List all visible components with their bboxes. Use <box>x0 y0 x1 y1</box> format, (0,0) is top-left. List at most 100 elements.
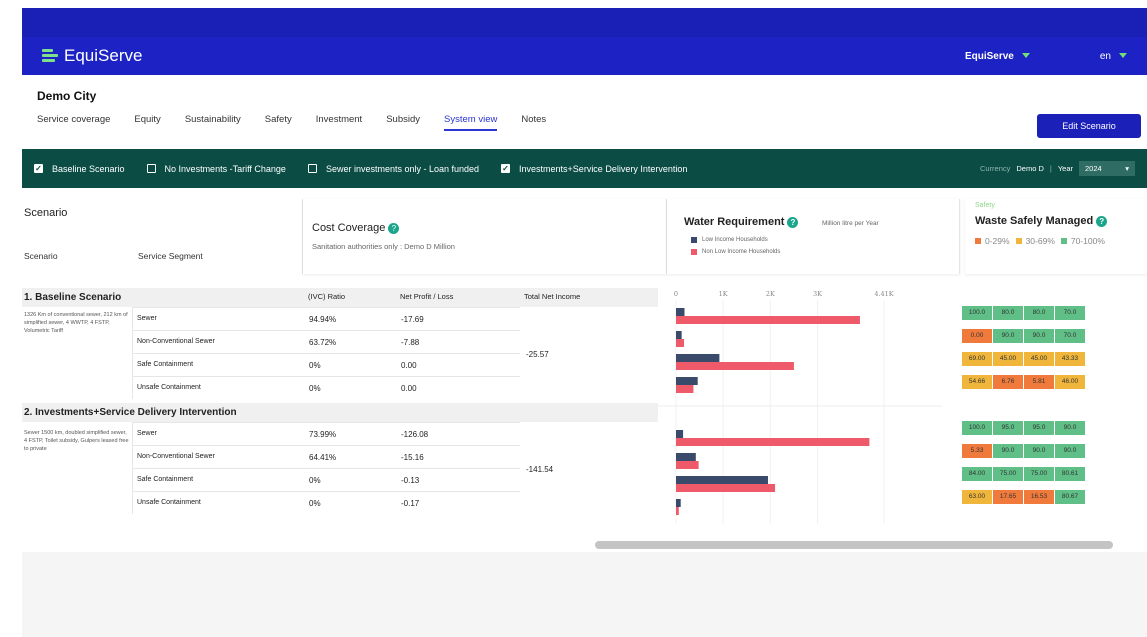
bar[interactable] <box>676 354 720 362</box>
scenario-option-baseline[interactable]: ✓ Baseline Scenario <box>34 164 125 174</box>
waste-cell: 100.0 <box>962 421 992 435</box>
x-tick-label: 1K <box>719 290 728 298</box>
help-icon[interactable]: ? <box>787 216 799 228</box>
waste-cell: 5.81 <box>1024 375 1054 389</box>
left-margin <box>0 0 22 637</box>
table-row[interactable]: Non-Conventional Sewer 64.41% -15.16 <box>132 445 520 468</box>
divider: | <box>1049 164 1052 173</box>
bar[interactable] <box>676 362 794 370</box>
year-label: Year <box>1057 164 1073 173</box>
waste-cell: 90.0 <box>993 329 1023 343</box>
scenario-option-sewer-only[interactable]: Sewer investments only - Loan funded <box>307 163 480 174</box>
x-tick-label: 0 <box>674 290 678 298</box>
table-row[interactable]: Unsafe Containment 0% 0.00 <box>132 376 520 399</box>
waste-cell: 80.0 <box>993 306 1023 320</box>
x-tick-label: 4.41K <box>874 290 893 298</box>
legend-label: 0-29% <box>985 236 1010 246</box>
ratio-cell: 0% <box>309 361 321 370</box>
table-row[interactable]: Safe Containment 0% 0.00 <box>132 353 520 376</box>
waste-cell: 43.33 <box>1055 352 1085 366</box>
scenario-option-investments-service[interactable]: ✓ Investments+Service Delivery Intervent… <box>501 164 687 174</box>
scenario-description: 1326 Km of conventional sewer, 212 km of… <box>24 312 128 334</box>
legend-label: Low Income Households <box>702 237 768 243</box>
bar[interactable] <box>676 377 698 385</box>
cost-coverage-title-text: Cost Coverage <box>312 222 386 234</box>
bar[interactable] <box>676 430 684 438</box>
tab-safety[interactable]: Safety <box>265 114 292 131</box>
org-select[interactable]: EquiServe <box>965 51 1030 62</box>
scenario-table: 1. Baseline Scenario (IVC) Ratio Net Pro… <box>22 284 658 538</box>
horizontal-scrollbar-thumb[interactable] <box>595 541 1113 549</box>
bar[interactable] <box>676 316 860 324</box>
tab-equity[interactable]: Equity <box>134 114 160 131</box>
net-profit-cell: -0.17 <box>401 499 420 508</box>
bar[interactable] <box>676 507 679 515</box>
bar[interactable] <box>676 385 694 393</box>
waste-cell: 6.76 <box>993 375 1023 389</box>
segment-cell: Unsafe Containment <box>137 384 201 391</box>
waste-cell: 90.0 <box>1024 329 1054 343</box>
checkbox-unchecked-icon[interactable] <box>307 164 317 173</box>
waste-cell: 0.00 <box>962 329 992 343</box>
bar[interactable] <box>676 476 768 484</box>
legend-non-low-income: Non Low Income Households <box>691 249 780 255</box>
bar[interactable] <box>676 438 870 446</box>
table-row[interactable]: Sewer 73.99% -126.08 <box>132 422 520 445</box>
bar[interactable] <box>676 484 776 492</box>
tab-notes[interactable]: Notes <box>521 114 546 131</box>
legend-label: 30-69% <box>1025 236 1055 246</box>
legend-swatch <box>691 237 697 243</box>
year-value: 2024 <box>1085 164 1102 173</box>
page-title: Demo City <box>37 89 97 103</box>
currency-value[interactable]: Demo D <box>1016 164 1044 173</box>
checkbox-checked-icon[interactable]: ✓ <box>34 164 43 173</box>
section-header: 2. Investments+Service Delivery Interven… <box>22 403 658 422</box>
net-profit-cell: 0.00 <box>401 384 417 393</box>
waste-cell: 46.00 <box>1055 375 1085 389</box>
app-logo[interactable]: EquiServe <box>42 46 142 66</box>
legend-low-income: Low Income Households <box>691 237 768 243</box>
table-row[interactable]: Safe Containment 0% -0.13 <box>132 468 520 491</box>
year-select[interactable]: 2024 ▾ <box>1079 161 1135 176</box>
bar[interactable] <box>676 461 699 469</box>
edit-scenario-button[interactable]: Edit Scenario <box>1037 114 1141 138</box>
help-icon[interactable]: ? <box>1096 215 1108 227</box>
bar[interactable] <box>676 331 682 339</box>
waste-panel-header: Safety Waste Safely Managed? 0-29% 30-69… <box>965 199 1147 274</box>
tab-investment[interactable]: Investment <box>316 114 362 131</box>
org-select-label: EquiServe <box>964 50 1014 62</box>
checkbox-unchecked-icon[interactable] <box>146 164 156 173</box>
waste-category-label: Safety <box>975 202 995 209</box>
scenario-description: Sewer 1500 km, doubled simplified sewer,… <box>24 430 129 452</box>
table-row[interactable]: Sewer 94.94% -17.69 <box>132 307 520 330</box>
table-row[interactable]: Unsafe Containment 0% -0.17 <box>132 491 520 514</box>
app-bar: EquiServe EquiServe en <box>22 37 1147 75</box>
tab-system-view[interactable]: System view <box>444 114 498 131</box>
language-select[interactable]: en <box>1100 51 1127 62</box>
bar-chart-svg: 0 1K 2K 3K 4.41K <box>658 290 942 524</box>
help-icon[interactable]: ? <box>388 222 400 234</box>
scenario-option-label: Investments+Service Delivery Interventio… <box>519 163 688 174</box>
empty-area <box>22 552 1147 637</box>
section-title: 1. Baseline Scenario <box>24 292 122 303</box>
bar[interactable] <box>676 453 696 461</box>
waste-cell: 45.00 <box>1024 352 1054 366</box>
x-tick-label: 2K <box>766 290 775 298</box>
scenario-option-label: Sewer investments only - Loan funded <box>325 163 480 174</box>
segment-cell: Sewer <box>137 315 157 322</box>
bar[interactable] <box>676 339 685 347</box>
tab-subsidy[interactable]: Subsidy <box>386 114 420 131</box>
total-net-income-cell: -141.54 <box>526 465 554 474</box>
table-row[interactable]: Non-Conventional Sewer 63.72% -7.88 <box>132 330 520 353</box>
scenario-option-no-investments[interactable]: No Investments -Tariff Change <box>146 164 286 174</box>
checkbox-checked-icon[interactable]: ✓ <box>501 164 511 173</box>
tab-service-coverage[interactable]: Service coverage <box>37 114 110 131</box>
section-title: 2. Investments+Service Delivery Interven… <box>24 407 237 418</box>
legend-item: 70-100% <box>1060 236 1105 246</box>
segment-cell: Safe Containment <box>137 361 194 368</box>
waste-cell: 54.66 <box>962 375 992 389</box>
bar[interactable] <box>676 499 681 507</box>
tab-sustainability[interactable]: Sustainability <box>185 114 241 131</box>
bar[interactable] <box>676 308 685 316</box>
logo-icon <box>42 49 58 63</box>
